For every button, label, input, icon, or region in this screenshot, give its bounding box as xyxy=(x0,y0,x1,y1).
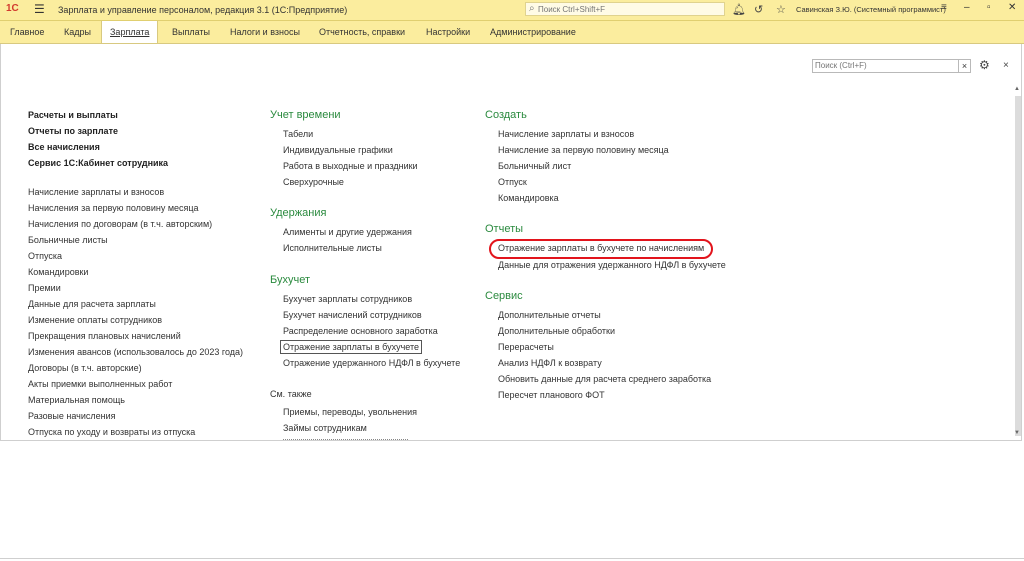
section-settings[interactable]: Настройки xyxy=(418,21,478,43)
middle-item[interactable]: Алименты и другие удержания xyxy=(283,227,412,237)
scroll-down-icon[interactable]: ▼ xyxy=(1014,430,1020,436)
right-item[interactable]: Обновить данные для расчета среднего зар… xyxy=(498,374,711,384)
middle-item[interactable]: Сверхурочные xyxy=(283,177,344,187)
section-payments[interactable]: Выплаты xyxy=(164,21,218,43)
section-title-reports: Отчеты xyxy=(485,223,524,235)
logo-1c: 1С xyxy=(6,3,19,14)
section-title-time: Учет времени xyxy=(270,109,341,121)
middle-item[interactable]: Приемы, переводы, увольнения xyxy=(283,407,417,417)
section-title-deductions: Удержания xyxy=(270,207,327,219)
section-reporting[interactable]: Отчетность, справки xyxy=(311,21,413,43)
link-payments-calculations[interactable]: Расчеты и выплаты xyxy=(28,110,118,120)
panel-close-button[interactable]: × xyxy=(1003,60,1009,71)
right-item[interactable]: Отпуск xyxy=(498,177,527,187)
star-icon[interactable]: ☆ xyxy=(776,3,786,16)
link-all-accruals[interactable]: Все начисления xyxy=(28,142,100,152)
left-item[interactable]: Данные для расчета зарплаты xyxy=(28,299,156,309)
right-item[interactable]: Анализ НДФЛ к возврату xyxy=(498,358,602,368)
right-item[interactable]: Начисление за первую половину месяца xyxy=(498,145,669,155)
link-employee-cabinet[interactable]: Сервис 1С:Кабинет сотрудника xyxy=(28,158,168,168)
left-item[interactable]: Начисления по договорам (в т.ч. авторски… xyxy=(28,219,212,229)
minimize-icon[interactable]: – xyxy=(964,2,970,13)
left-item[interactable]: Изменения авансов (использовалось до 202… xyxy=(28,347,243,357)
middle-item[interactable]: Табели xyxy=(283,129,313,139)
middle-item[interactable]: Работа в выходные и праздники xyxy=(283,161,418,171)
scroll-up-icon[interactable]: ▲ xyxy=(1014,86,1020,92)
middle-item[interactable]: Индивидуальные графики xyxy=(283,145,393,155)
left-item[interactable]: Прекращения плановых начислений xyxy=(28,331,181,341)
right-item[interactable]: Дополнительные обработки xyxy=(498,326,615,336)
left-item[interactable]: Командировки xyxy=(28,267,88,277)
panel-search[interactable] xyxy=(812,59,959,73)
right-item[interactable]: Перерасчеты xyxy=(498,342,554,352)
section-hr[interactable]: Кадры xyxy=(56,21,99,43)
panel-search-input[interactable] xyxy=(813,60,955,71)
middle-item[interactable]: Бухучет начислений сотрудников xyxy=(283,310,422,320)
left-item[interactable]: Акты приемки выполненных работ xyxy=(28,379,172,389)
scrollbar-thumb[interactable] xyxy=(1015,96,1021,436)
section-title-accounting: Бухучет xyxy=(270,274,310,286)
clipped-item-edge xyxy=(283,437,413,441)
right-item[interactable]: Больничный лист xyxy=(498,161,571,171)
global-search-input[interactable] xyxy=(538,4,718,15)
title-bar: 1С ☰ Зарплата и управление персоналом, р… xyxy=(0,0,1024,21)
right-item[interactable]: Пересчет планового ФОТ xyxy=(498,390,605,400)
section-title-service: Сервис xyxy=(485,290,523,302)
right-item[interactable]: Данные для отражения удержанного НДФЛ в … xyxy=(498,260,726,270)
section-salary[interactable]: Зарплата xyxy=(101,21,159,43)
left-item[interactable]: Отпуска по уходу и возвраты из отпуска xyxy=(28,427,195,437)
middle-item[interactable]: Займы сотрудникам xyxy=(283,423,367,433)
vertical-scrollbar[interactable]: ▲ ▼ xyxy=(1014,80,1022,440)
restore-icon[interactable]: ▫ xyxy=(987,2,991,13)
left-item[interactable]: Больничные листы xyxy=(28,235,108,245)
middle-item-focused[interactable]: Отражение зарплаты в бухучете xyxy=(280,340,422,354)
section-title-see-also: См. также xyxy=(270,389,312,399)
left-item[interactable]: Начисления за первую половину месяца xyxy=(28,203,199,213)
left-item[interactable]: Отпуска xyxy=(28,251,62,261)
middle-item[interactable]: Бухучет зарплаты сотрудников xyxy=(283,294,412,304)
bell-icon[interactable]: 🔔︎ xyxy=(732,3,746,16)
section-taxes[interactable]: Налоги и взносы xyxy=(222,21,308,43)
history-icon[interactable]: ↺ xyxy=(754,3,763,16)
current-user[interactable]: Савинская З.Ю. (Системный программист) xyxy=(796,5,946,14)
left-item[interactable]: Изменение оплаты сотрудников xyxy=(28,315,162,325)
left-item[interactable]: Разовые начисления xyxy=(28,411,116,421)
close-icon[interactable]: ✕ xyxy=(1008,2,1016,13)
left-item[interactable]: Материальная помощь xyxy=(28,395,125,405)
app-title: Зарплата и управление персоналом, редакц… xyxy=(58,5,348,15)
menu-lines-icon[interactable]: ≡ xyxy=(941,2,947,13)
search-icon: ⌕ xyxy=(529,3,535,14)
left-item[interactable]: Премии xyxy=(28,283,61,293)
right-item[interactable]: Дополнительные отчеты xyxy=(498,310,601,320)
left-item[interactable]: Начисление зарплаты и взносов xyxy=(28,187,164,197)
red-highlight-oval xyxy=(489,239,713,259)
bottom-divider xyxy=(0,558,1024,559)
right-item[interactable]: Командировка xyxy=(498,193,559,203)
section-main[interactable]: Главное xyxy=(2,21,52,43)
link-salary-reports[interactable]: Отчеты по зарплате xyxy=(28,126,118,136)
panel-search-clear-button[interactable]: × xyxy=(959,59,971,73)
gear-icon[interactable]: ⚙ xyxy=(979,58,990,72)
right-item[interactable]: Начисление зарплаты и взносов xyxy=(498,129,634,139)
main-menu-icon[interactable]: ☰ xyxy=(34,2,45,16)
section-title-create: Создать xyxy=(485,109,527,121)
left-item[interactable]: Договоры (в т.ч. авторские) xyxy=(28,363,142,373)
middle-item[interactable]: Отражение удержанного НДФЛ в бухучете xyxy=(283,358,460,368)
global-search[interactable]: ⌕ xyxy=(525,2,725,16)
section-admin[interactable]: Администрирование xyxy=(482,21,584,43)
middle-item[interactable]: Распределение основного заработка xyxy=(283,326,438,336)
sections-bar: Главное Кадры Зарплата Выплаты Налоги и … xyxy=(0,21,1024,44)
middle-item[interactable]: Исполнительные листы xyxy=(283,243,382,253)
